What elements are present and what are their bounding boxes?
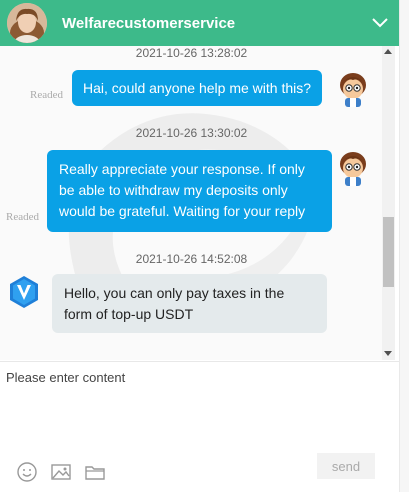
chevron-down-icon[interactable] <box>370 13 390 33</box>
outgoing-message-bubble[interactable]: Hai, could anyone help me with this? <box>72 70 322 106</box>
message-text: Really appreciate your response. If only… <box>59 159 305 222</box>
message-timestamp: 2021-10-26 13:28:02 <box>135 46 248 60</box>
emoji-icon[interactable] <box>16 461 38 483</box>
read-status: Readed <box>6 211 39 223</box>
read-status: Readed <box>30 89 63 101</box>
message-text: Hai, could anyone help me with this? <box>83 80 312 96</box>
message-line: Really appreciate your response. If only <box>59 161 305 177</box>
scroll-down-arrow-icon[interactable] <box>384 351 392 356</box>
chat-scrollbar[interactable] <box>382 46 395 360</box>
message-list[interactable]: 2021-10-26 13:28:02 Readed Hai, could an… <box>0 46 383 360</box>
agent-avatar <box>7 3 47 43</box>
send-button[interactable]: send <box>317 453 375 479</box>
window-edge <box>399 0 409 492</box>
image-icon[interactable] <box>50 461 72 483</box>
message-timestamp: 2021-10-26 14:52:08 <box>135 252 248 266</box>
message-line: be able to withdraw my deposits only <box>59 182 288 198</box>
scroll-up-arrow-icon[interactable] <box>384 49 392 54</box>
cartoon-boy-avatar <box>335 71 371 107</box>
scrollbar-thumb[interactable] <box>383 217 394 287</box>
message-timestamp: 2021-10-26 13:30:02 <box>135 126 248 140</box>
incoming-message-bubble[interactable]: Hello, you can only pay taxes in the for… <box>52 274 327 333</box>
folder-icon[interactable] <box>84 461 106 483</box>
message-line: Hello, you can only pay taxes in the <box>64 285 285 301</box>
message-line: form of top-up USDT <box>64 306 194 322</box>
outgoing-message-bubble[interactable]: Really appreciate your response. If only… <box>47 150 332 232</box>
v-logo-avatar <box>7 275 41 309</box>
agent-name: Welfarecustomerservice <box>62 15 236 32</box>
cartoon-boy-avatar <box>335 150 371 186</box>
message-text: Hello, you can only pay taxes in the for… <box>64 283 284 325</box>
message-input[interactable] <box>6 370 386 440</box>
message-composer: send <box>0 362 399 492</box>
message-line: would be grateful. Waiting for your repl… <box>59 203 306 219</box>
chat-header: Welfarecustomerservice <box>0 0 399 46</box>
